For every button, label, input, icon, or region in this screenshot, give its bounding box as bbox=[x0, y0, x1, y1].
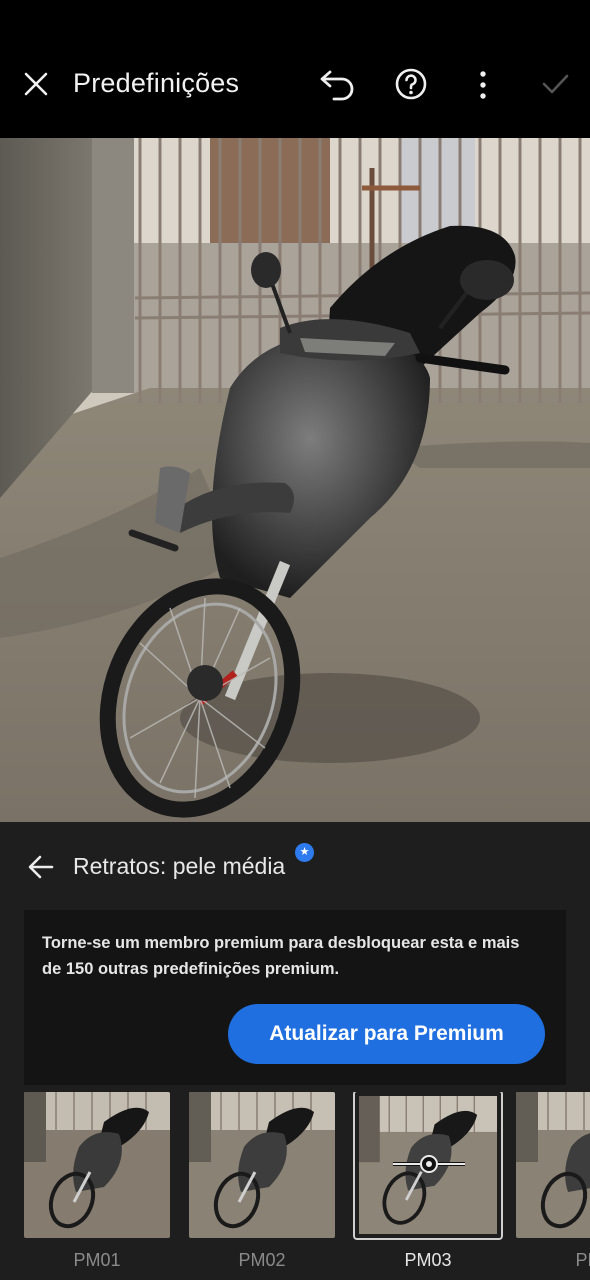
slider-handle-icon[interactable] bbox=[391, 1154, 467, 1174]
preset-thumb-pm03[interactable] bbox=[355, 1092, 501, 1238]
promo-message: Torne-se um membro premium para desbloqu… bbox=[42, 934, 520, 978]
help-icon[interactable] bbox=[393, 66, 429, 102]
category-title: Retratos: pele média bbox=[73, 853, 286, 879]
preset-label: PM01 bbox=[73, 1250, 121, 1270]
premium-star-icon: ★ bbox=[295, 843, 314, 862]
back-arrow-icon[interactable] bbox=[24, 850, 58, 884]
preset-label-selected: PM03 bbox=[404, 1250, 452, 1270]
top-bar: Predefinições bbox=[0, 0, 590, 138]
preset-thumb-pm02[interactable] bbox=[189, 1092, 335, 1238]
close-icon[interactable] bbox=[18, 66, 54, 102]
upgrade-premium-button[interactable]: Atualizar para Premium bbox=[228, 1004, 545, 1064]
preset-label: PM02 bbox=[238, 1250, 286, 1270]
premium-promo-card: Torne-se um membro premium para desbloqu… bbox=[24, 910, 566, 1085]
preset-thumb-pm01[interactable] bbox=[24, 1092, 170, 1238]
more-vertical-icon[interactable] bbox=[470, 66, 496, 104]
check-icon[interactable] bbox=[537, 66, 573, 102]
page-title: Predefinições bbox=[73, 68, 240, 98]
undo-icon[interactable] bbox=[318, 66, 358, 104]
preset-strip[interactable]: PM01 PM02 PM03 P bbox=[0, 1092, 590, 1280]
preset-label: PM bbox=[575, 1250, 590, 1270]
photo-preview[interactable] bbox=[0, 138, 590, 822]
presets-panel: Retratos: pele média ★ Torne-se um membr… bbox=[0, 822, 590, 1280]
preset-thumb-pm04[interactable] bbox=[516, 1092, 590, 1238]
